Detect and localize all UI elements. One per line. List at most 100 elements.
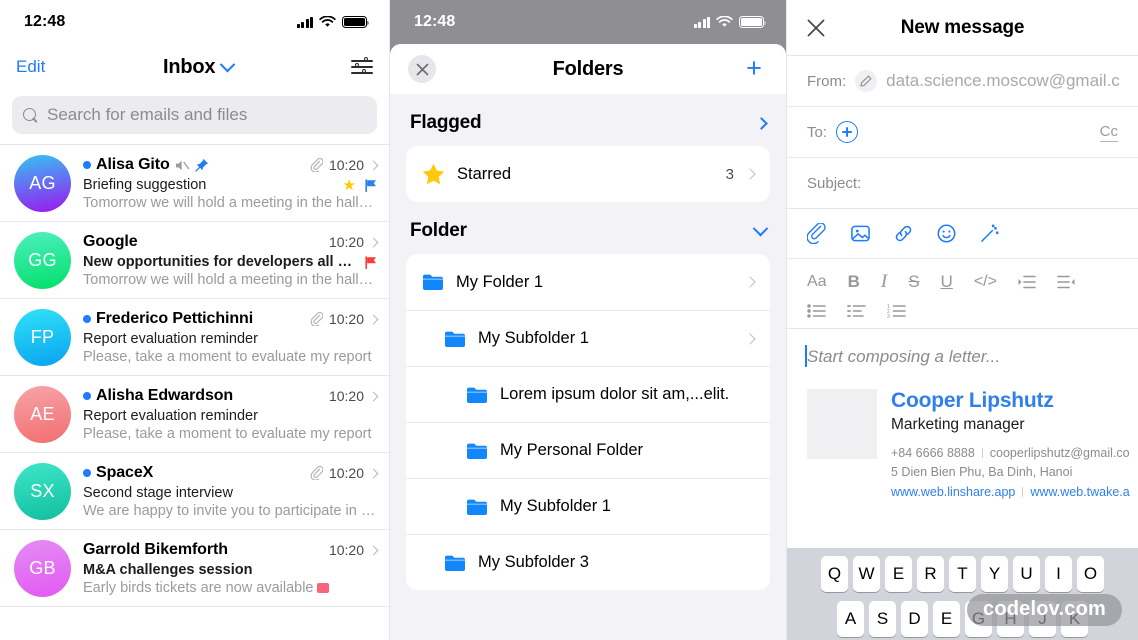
folder-icon — [423, 274, 443, 290]
key-t[interactable]: T — [949, 556, 976, 592]
folders-panel: 12:48 Folders + Flagged Starred 3 Folder… — [390, 0, 786, 640]
dash-list-icon[interactable] — [847, 304, 866, 318]
folder-row[interactable]: My Subfolder 1 — [406, 478, 770, 534]
avatar: FP — [14, 309, 71, 366]
compose-body[interactable]: Start composing a letter... — [787, 329, 1138, 367]
sliders-icon[interactable] — [351, 57, 373, 76]
key-a[interactable]: A — [837, 601, 864, 637]
paperclip-icon[interactable] — [807, 223, 828, 244]
cc-button[interactable]: Cc — [1099, 123, 1118, 142]
email-markers — [365, 255, 377, 269]
email-markers: ★ — [343, 178, 377, 193]
chevron-right-icon — [744, 332, 756, 345]
key-y[interactable]: Y — [981, 556, 1008, 592]
folder-label: My Subfolder 1 — [500, 497, 611, 515]
indent-increase-icon[interactable] — [1018, 275, 1036, 289]
search-container: Search for emails and files — [0, 90, 389, 144]
flag-icon — [365, 255, 376, 269]
email-row[interactable]: SX SpaceX 10:20 Second stage interview We ar… — [0, 453, 389, 530]
key-d[interactable]: D — [901, 601, 928, 637]
pencil-icon[interactable] — [855, 70, 878, 92]
cellular-signal-icon — [693, 16, 710, 28]
email-header-line: Frederico Pettichinni 10:20 — [83, 310, 379, 328]
folder-section-header[interactable]: Flagged — [390, 94, 786, 146]
mute-icon — [175, 160, 189, 170]
underline-button[interactable]: U — [941, 272, 953, 292]
key-o[interactable]: O — [1077, 556, 1104, 592]
chevron-right-icon[interactable] — [755, 116, 768, 130]
emoji-icon[interactable] — [936, 223, 957, 244]
folder-row[interactable]: My Subfolder 1 — [406, 310, 770, 366]
email-row[interactable]: AG Alisa Gito 10:20 Briefing suggestion ★ Tom… — [0, 145, 389, 222]
chevron-right-icon — [744, 168, 756, 180]
email-content: Alisha Edwardson 10:20 Report evaluation r… — [83, 386, 379, 443]
key-s[interactable]: S — [869, 601, 896, 637]
magic-wand-icon[interactable] — [979, 223, 1000, 244]
chevron-right-icon — [368, 468, 379, 478]
plus-circle-icon[interactable] — [836, 121, 859, 143]
new-message-navbar: New message — [787, 0, 1138, 56]
numbered-list-icon[interactable]: 1 2 3 — [887, 304, 906, 318]
compose-placeholder: Start composing a letter... — [807, 347, 1001, 366]
to-field[interactable]: To: Cc — [787, 107, 1138, 158]
close-icon[interactable] — [807, 19, 825, 37]
email-row[interactable]: FP Frederico Pettichinni 10:20 Report evalu… — [0, 299, 389, 376]
signature-link-2[interactable]: www.web.twake.a — [1030, 485, 1129, 499]
bullet-list-icon[interactable] — [807, 304, 826, 318]
avatar: SX — [14, 463, 71, 520]
italic-button[interactable]: I — [881, 271, 887, 293]
paperclip-icon — [310, 158, 323, 172]
add-folder-button[interactable]: + — [740, 55, 768, 82]
status-indicators — [693, 16, 767, 28]
from-field[interactable]: From: data.science.moscow@gmail.c — [787, 56, 1138, 107]
link-icon[interactable] — [893, 223, 914, 244]
email-meta: 10:20 — [310, 465, 379, 481]
folder-row[interactable]: My Subfolder 3 — [406, 534, 770, 590]
bold-button[interactable]: B — [848, 272, 860, 292]
key-r[interactable]: R — [917, 556, 944, 592]
format-row-1: Aa B I S U </> — [807, 271, 1118, 293]
font-size-button[interactable]: Aa — [807, 273, 827, 291]
inbox-title-dropdown[interactable]: Inbox — [45, 56, 351, 79]
edit-button[interactable]: Edit — [16, 57, 45, 77]
battery-icon — [739, 16, 767, 28]
email-subject-line: Report evaluation reminder — [83, 331, 377, 347]
signature-contact: +84 6666 8888 cooperlipshutz@gmail.co 5 D… — [891, 444, 1130, 502]
to-label: To: — [807, 123, 828, 141]
folder-row[interactable]: My Folder 1 — [406, 254, 770, 310]
email-row[interactable]: GG Google 10:20 New opportunities for devel… — [0, 222, 389, 299]
chevron-right-icon — [368, 314, 379, 324]
email-row[interactable]: GB Garrold Bikemforth 10:20 M&A challenges … — [0, 530, 389, 607]
code-button[interactable]: </> — [974, 273, 997, 291]
folder-section-header[interactable]: Folder — [390, 202, 786, 254]
folder-row[interactable]: Lorem ipsum dolor sit am,...elit. — [406, 366, 770, 422]
chevron-down-icon — [220, 56, 236, 72]
email-row[interactable]: AE Alisha Edwardson 10:20 Report evaluation… — [0, 376, 389, 453]
search-input[interactable]: Search for emails and files — [12, 96, 377, 134]
key-u[interactable]: U — [1013, 556, 1040, 592]
key-i[interactable]: I — [1045, 556, 1072, 592]
from-label: From: — [807, 72, 847, 90]
key-w[interactable]: W — [853, 556, 880, 592]
key-e[interactable]: E — [885, 556, 912, 592]
email-list: AG Alisa Gito 10:20 Briefing suggestion ★ Tom… — [0, 144, 389, 607]
chevron-down-icon[interactable] — [752, 220, 769, 236]
close-icon[interactable] — [408, 55, 436, 83]
email-content: SpaceX 10:20 Second stage interview We are … — [83, 463, 379, 520]
strikethrough-button[interactable]: S — [908, 272, 919, 292]
subject-field[interactable]: Subject: — [787, 158, 1138, 209]
image-icon[interactable] — [850, 223, 871, 244]
divider — [1022, 486, 1024, 497]
wifi-icon — [716, 16, 733, 27]
folder-row[interactable]: Starred 3 — [406, 146, 770, 202]
key-q[interactable]: Q — [821, 556, 848, 592]
avatar: AE — [14, 386, 71, 443]
star-icon — [422, 163, 445, 185]
folder-row[interactable]: My Personal Folder — [406, 422, 770, 478]
avatar: GB — [14, 540, 71, 597]
email-content: Google 10:20 New opportunities for develop… — [83, 232, 379, 289]
indent-decrease-icon[interactable] — [1057, 275, 1075, 289]
signature-link-1[interactable]: www.web.linshare.app — [891, 485, 1015, 499]
key-e[interactable]: E — [933, 601, 960, 637]
email-subject: M&A challenges session — [83, 562, 253, 578]
